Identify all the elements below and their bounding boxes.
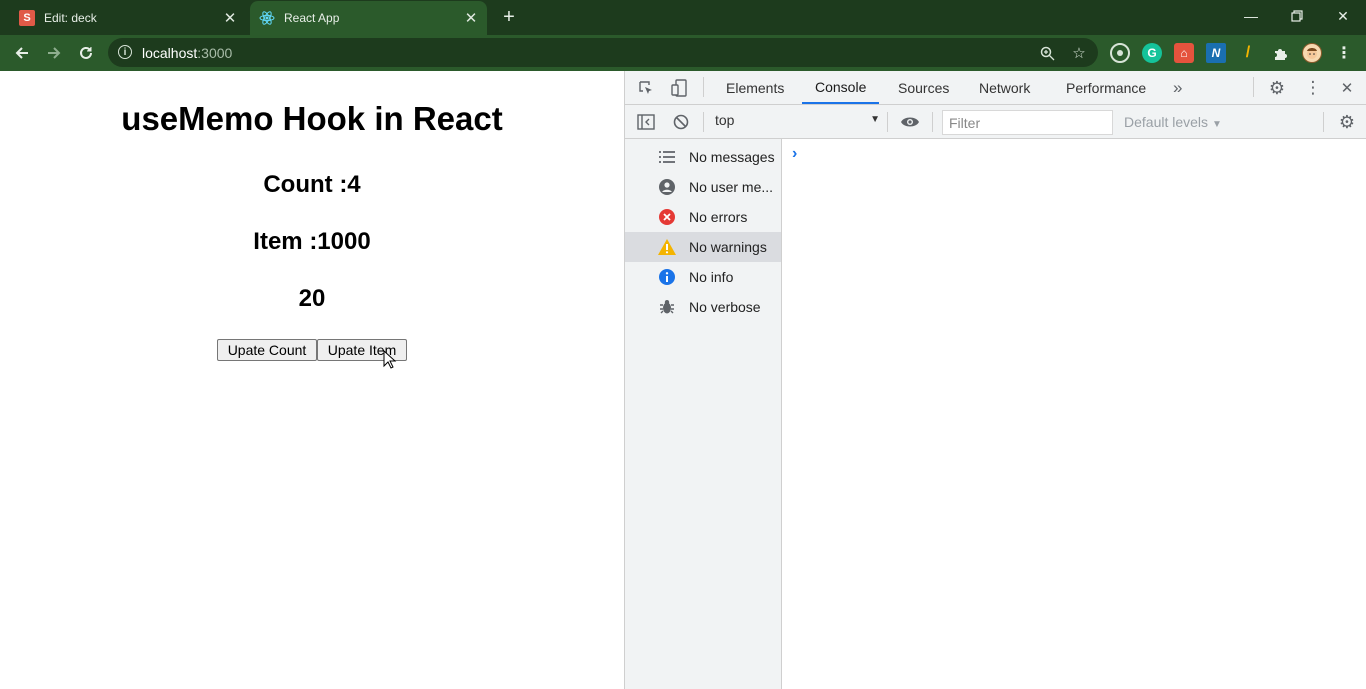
window-close-icon[interactable]: ✕ (1328, 3, 1358, 29)
profile-avatar-icon[interactable] (1302, 43, 1322, 63)
pencil-icon[interactable]: / (1238, 43, 1258, 63)
back-arrow-icon[interactable] (9, 40, 35, 66)
site-info-icon[interactable]: i (118, 45, 132, 59)
sidebar-item-messages[interactable]: No messages (625, 142, 781, 172)
filter-input[interactable]: Filter (942, 110, 1113, 135)
settings-gear-icon[interactable]: ⚙ (1265, 76, 1289, 100)
tab-elements[interactable]: Elements (713, 71, 797, 104)
chevron-down-icon: ▼ (1211, 119, 1222, 130)
context-select[interactable]: top ▼ (715, 112, 880, 132)
sidebar-item-info[interactable]: No info (625, 262, 781, 292)
sidebar-item-verbose[interactable]: No verbose (625, 292, 781, 322)
browser-menu-icon[interactable]: ⋮ (1334, 43, 1354, 63)
address-bar[interactable]: i localhost:3000 ☆ (108, 38, 1098, 67)
user-icon (657, 177, 677, 197)
extension-red-icon[interactable]: ⌂ (1174, 43, 1194, 63)
tab-edit-deck[interactable]: S Edit: deck ✕ (0, 1, 246, 35)
toolbar-divider (932, 112, 933, 132)
live-expression-eye-icon[interactable] (898, 110, 922, 134)
toolbar-divider (887, 112, 888, 132)
devtools-menu-icon[interactable]: ⋮ (1301, 76, 1325, 100)
tab-network[interactable]: Network (966, 71, 1043, 104)
browser-titlebar: S Edit: deck ✕ React App ✕ + — ✕ (0, 0, 1366, 35)
sidebar-item-errors[interactable]: No errors (625, 202, 781, 232)
url-text: localhost:3000 (142, 45, 233, 61)
tab-performance[interactable]: Performance (1053, 71, 1159, 104)
toolbar-divider (703, 112, 704, 132)
star-icon[interactable]: ☆ (1069, 43, 1089, 63)
info-icon (657, 267, 677, 287)
tab-title: Edit: deck (44, 11, 97, 25)
devtools-tab-bar: Elements Console Sources Network Perform… (625, 71, 1366, 105)
clear-console-icon[interactable] (669, 110, 693, 134)
restore-icon[interactable] (1282, 3, 1312, 29)
bug-icon (657, 297, 677, 317)
tab-react-app[interactable]: React App ✕ (250, 1, 487, 35)
more-tabs-icon[interactable]: » (1160, 71, 1195, 104)
minimize-icon[interactable]: — (1236, 3, 1266, 29)
sidebar-item-warnings[interactable]: No warnings (625, 232, 781, 262)
sidebar-toggle-icon[interactable] (634, 110, 658, 134)
list-icon (657, 147, 677, 167)
close-icon[interactable]: ✕ (461, 8, 481, 28)
tab-sources[interactable]: Sources (885, 71, 962, 104)
browser-toolbar: i localhost:3000 ☆ G ⌂ N / ⋮ (0, 35, 1366, 71)
toolbar-divider (703, 77, 704, 97)
web-page: useMemo Hook in React Count :4 Item :100… (0, 71, 624, 689)
mouse-cursor-icon (383, 350, 397, 369)
close-devtools-icon[interactable]: ✕ (1335, 76, 1359, 100)
extensions-puzzle-icon[interactable] (1270, 43, 1290, 63)
warning-icon (657, 237, 677, 257)
update-count-button[interactable]: Upate Count (217, 339, 317, 361)
inspect-element-icon[interactable] (634, 76, 658, 100)
close-icon[interactable]: ✕ (220, 8, 240, 28)
chevron-down-icon: ▼ (870, 114, 880, 125)
devtools-panel: Elements Console Sources Network Perform… (624, 71, 1366, 689)
sidebar-item-user-messages[interactable]: No user me... (625, 172, 781, 202)
toolbar-divider (1323, 112, 1324, 132)
console-toolbar: top ▼ Filter Default levels ▼ ⚙ (625, 105, 1366, 139)
tab-title: React App (284, 11, 340, 25)
extension-target-icon[interactable] (1110, 43, 1130, 63)
react-icon (259, 10, 275, 26)
default-levels-dropdown[interactable]: Default levels ▼ (1124, 114, 1222, 130)
console-prompt-icon[interactable]: › (792, 145, 797, 163)
grammarly-icon[interactable]: G (1142, 43, 1162, 63)
item-text: Item :1000 (253, 228, 371, 255)
toolbar-divider (1253, 77, 1254, 97)
forward-arrow-icon[interactable] (41, 40, 67, 66)
console-settings-gear-icon[interactable]: ⚙ (1335, 110, 1359, 134)
device-toolbar-icon[interactable] (667, 76, 691, 100)
count-text: Count :4 (263, 171, 361, 198)
zoom-icon[interactable] (1037, 43, 1057, 63)
console-sidebar: No messages No user me... No errors No w… (625, 139, 782, 689)
extension-n-icon[interactable]: N (1206, 43, 1226, 63)
deck-favicon-icon: S (19, 10, 35, 26)
new-tab-button[interactable]: + (498, 6, 520, 28)
memo-value: 20 (298, 285, 326, 312)
tab-console[interactable]: Console (802, 71, 880, 104)
error-icon (657, 207, 677, 227)
reload-icon[interactable] (73, 40, 99, 66)
page-heading: useMemo Hook in React (121, 100, 503, 137)
